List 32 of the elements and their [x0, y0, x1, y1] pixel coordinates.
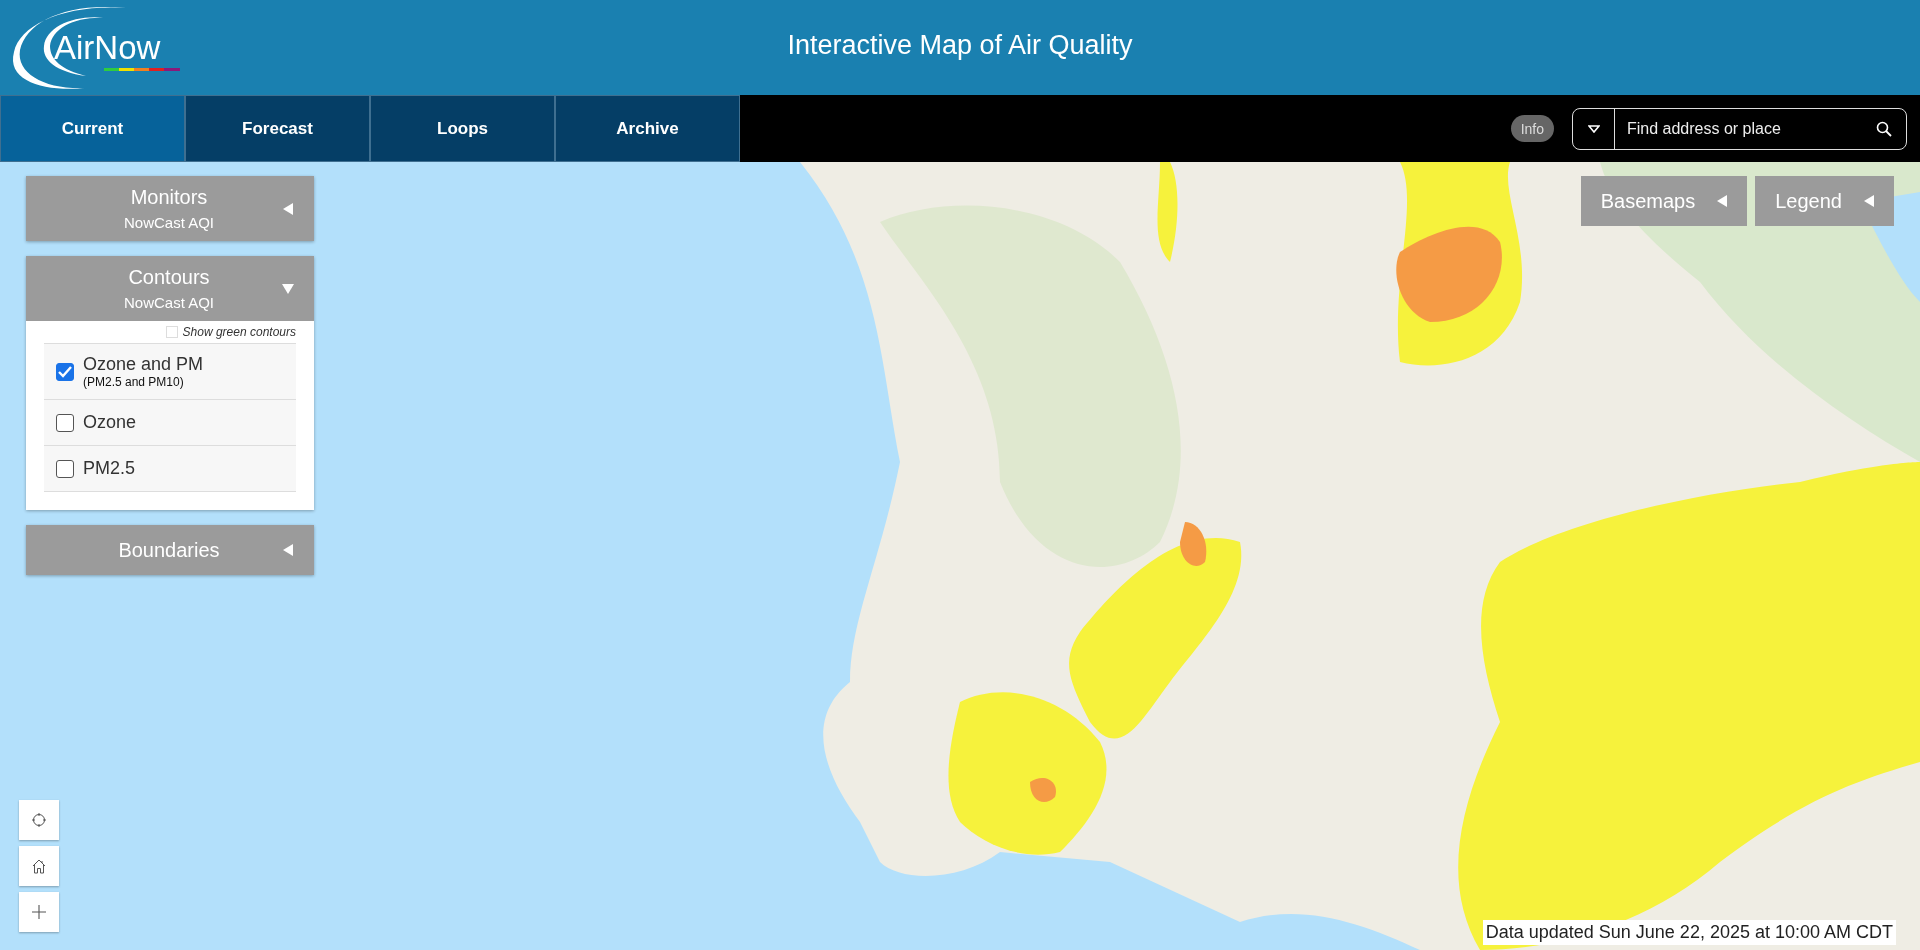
list-item[interactable]: Ozone and PM (PM2.5 and PM10): [44, 344, 296, 400]
checkbox-label: Show green contours: [182, 325, 296, 339]
search-icon: [1876, 120, 1892, 137]
tab[interactable]: Loops: [370, 95, 555, 162]
item-label: Ozone: [83, 412, 137, 433]
logo-text: AirNow: [54, 28, 161, 67]
caret-icon: [1587, 124, 1600, 133]
checkbox[interactable]: [56, 459, 74, 478]
list-item[interactable]: PM2.5: [44, 446, 296, 492]
page-title: Interactive Map of Air Quality: [787, 30, 1133, 61]
item-label: PM2.5: [83, 458, 136, 479]
search-bar[interactable]: Find address or place: [1572, 107, 1907, 150]
home-button[interactable]: [19, 846, 59, 886]
info-button[interactable]: Info: [1510, 115, 1554, 142]
status-text: Data updated Sun June 22, 2025 at 10:00 AM CDT: [1482, 920, 1896, 945]
caret-left-icon: [1717, 195, 1728, 207]
tab[interactable]: Forecast: [185, 95, 370, 162]
tab[interactable]: Current: [0, 95, 185, 162]
checkbox[interactable]: [56, 413, 74, 432]
plus-icon: [31, 904, 47, 920]
list-item[interactable]: Ozone: [44, 400, 296, 446]
home-icon: [31, 858, 47, 874]
search-field[interactable]: Find address or place: [1615, 119, 1876, 138]
locate-button[interactable]: [19, 800, 59, 840]
locate-icon: [31, 812, 47, 828]
item-label: Ozone and PM: [83, 354, 204, 375]
tab[interactable]: Archive: [555, 95, 740, 162]
item-note: (PM2.5 and PM10): [83, 375, 185, 389]
color-bar-icon: [104, 67, 180, 71]
caret-left-icon: [1864, 195, 1874, 207]
checkmark-icon: [58, 365, 72, 378]
checkbox[interactable]: [56, 362, 74, 381]
